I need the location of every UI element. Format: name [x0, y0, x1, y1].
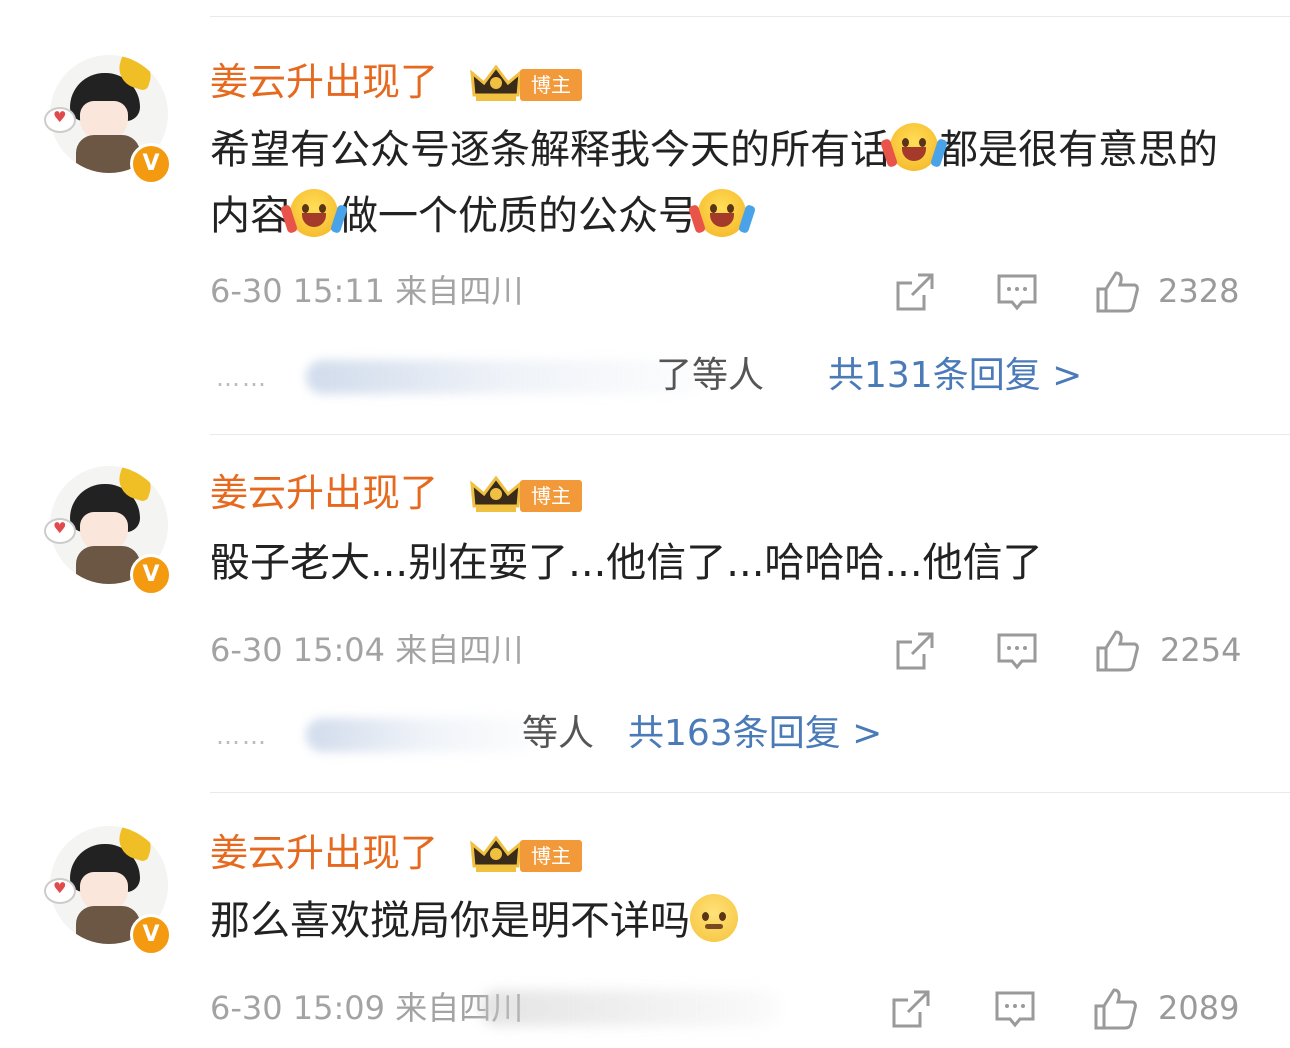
top-divider	[210, 16, 1290, 17]
avatar[interactable]: V	[44, 466, 172, 596]
username[interactable]: 姜云升出现了	[210, 55, 438, 109]
heart-icon	[44, 518, 76, 544]
crown-icon	[470, 476, 522, 512]
avatar[interactable]: V	[44, 826, 172, 956]
comment-meta: 6-30 15:09 来自四川	[210, 988, 523, 1028]
like-count: 2254	[1160, 631, 1242, 669]
crown-icon	[470, 65, 522, 101]
reply-count-link[interactable]: 共163条回复 >	[628, 710, 882, 758]
reply-users-suffix: 等人	[522, 713, 595, 754]
verified-badge-icon: V	[130, 143, 172, 185]
verified-badge-icon: V	[130, 554, 172, 596]
heart-icon	[44, 878, 76, 904]
laugh-cry-emoji-icon	[290, 189, 338, 237]
comment-location: 来自四川	[395, 272, 524, 310]
share-icon[interactable]	[894, 630, 936, 672]
share-icon[interactable]	[890, 988, 932, 1030]
laugh-cry-emoji-icon	[698, 189, 746, 237]
comment-meta: 6-30 15:11 来自四川	[210, 271, 523, 311]
sad-emoji-icon	[690, 894, 738, 942]
blogger-badge-label: 博主	[520, 69, 582, 101]
comment-location: 来自四川	[395, 631, 524, 669]
reply-users-suffix: 了等人	[656, 355, 765, 396]
blogger-badge-label: 博主	[520, 480, 582, 512]
username[interactable]: 姜云升出现了	[210, 466, 438, 520]
comment-content: 希望有公众号逐条解释我今天的所有话 都是很有意思的内容 做一个优质的公众号	[210, 117, 1220, 249]
avatar[interactable]: V	[44, 55, 172, 185]
username[interactable]: 姜云升出现了	[210, 826, 438, 880]
like-count: 2328	[1158, 272, 1240, 310]
comment-divider	[210, 792, 1290, 793]
comment-time: 6-30 15:11	[210, 272, 386, 310]
comment-meta: 6-30 15:04 来自四川	[210, 630, 523, 670]
blurred-usernames	[306, 718, 536, 752]
share-icon[interactable]	[894, 271, 936, 313]
reply-dots: ……	[216, 722, 268, 750]
thumbs-up-icon[interactable]	[1092, 986, 1138, 1032]
crown-icon	[470, 836, 522, 872]
thumbs-up-icon[interactable]	[1094, 269, 1140, 315]
reply-dots: ……	[216, 364, 268, 392]
comment-icon[interactable]	[996, 630, 1038, 672]
comment-icon[interactable]	[994, 988, 1036, 1030]
comment-icon[interactable]	[996, 271, 1038, 313]
reply-count-link[interactable]: 共131条回复 >	[828, 352, 1082, 400]
comment-time: 6-30 15:04	[210, 631, 386, 669]
verified-badge-icon: V	[130, 914, 172, 956]
comment-time: 6-30 15:09	[210, 989, 386, 1027]
comment-content: 那么喜欢搅局你是明不详吗	[210, 888, 1220, 954]
blogger-badge-label: 博主	[520, 840, 582, 872]
thumbs-up-icon[interactable]	[1094, 628, 1140, 674]
blurred-usernames	[306, 360, 706, 394]
like-count: 2089	[1158, 989, 1240, 1027]
laugh-cry-emoji-icon	[890, 123, 938, 171]
comment-divider	[210, 434, 1290, 435]
comment-content: 骰子老大...别在耍了...他信了...哈哈哈...他信了	[210, 540, 1043, 586]
blurred-region	[480, 990, 780, 1026]
heart-icon	[44, 107, 76, 133]
